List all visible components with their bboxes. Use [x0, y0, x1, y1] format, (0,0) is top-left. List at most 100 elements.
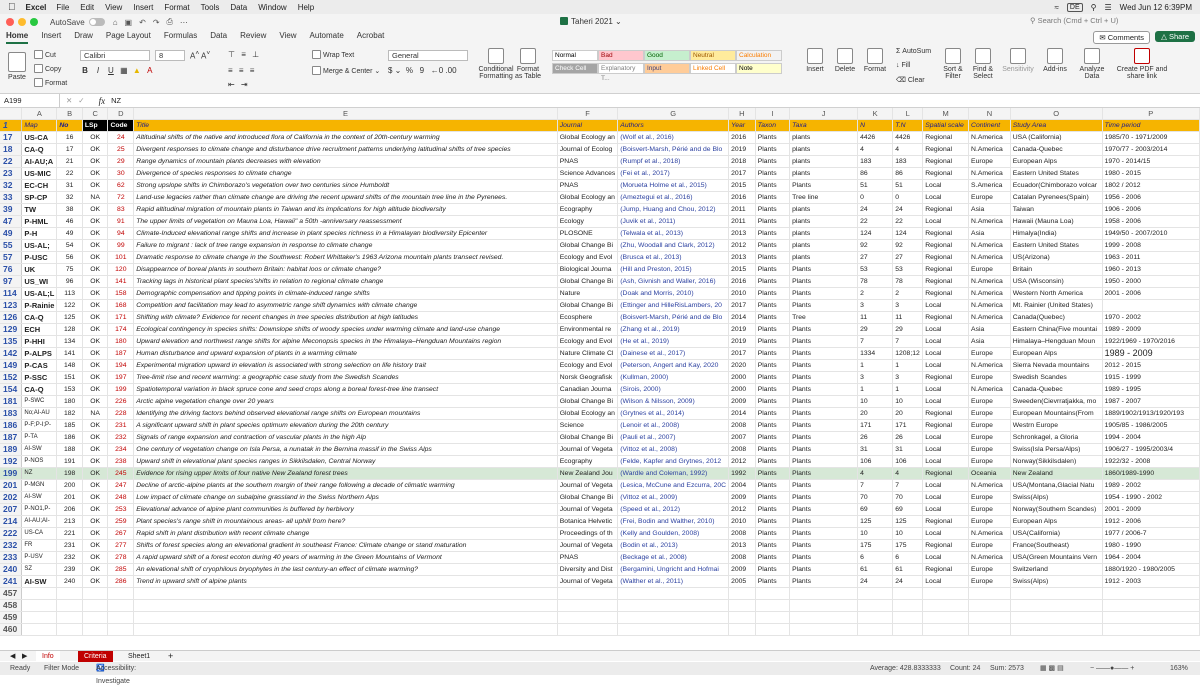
- cell-no[interactable]: 221: [56, 527, 83, 540]
- cell-spatial-scale[interactable]: Regional: [922, 515, 970, 528]
- menu-help[interactable]: Help: [298, 3, 314, 12]
- cell-authors[interactable]: (Lesica, McCune and Ezcurra, 20C: [617, 479, 730, 492]
- cell-authors[interactable]: (Kullman, 2000): [617, 371, 730, 384]
- cell-lsp[interactable]: OK: [82, 419, 109, 432]
- cell-study-area[interactable]: Taiwan: [1010, 203, 1103, 216]
- cell-authors[interactable]: (Boisvert-Marsh, Périé and de Blo: [617, 143, 730, 156]
- cell-continent[interactable]: N.America: [968, 383, 1011, 396]
- save-icon[interactable]: ▣: [125, 18, 133, 27]
- cell-n[interactable]: 22: [857, 215, 894, 228]
- style-bad[interactable]: Bad: [598, 50, 644, 61]
- empty-cell[interactable]: [1010, 623, 1103, 636]
- cell-taxon[interactable]: Plants: [755, 239, 791, 252]
- cell-map[interactable]: CA-Q: [21, 383, 58, 396]
- apple-icon[interactable]: : [8, 2, 16, 13]
- cell-lsp[interactable]: OK: [82, 179, 109, 192]
- cell-n[interactable]: 4: [857, 467, 894, 480]
- cell-time-period[interactable]: 1906/27 - 1995/2003/4: [1102, 443, 1200, 456]
- analyze-data-button[interactable]: Analyze Data: [1074, 48, 1110, 80]
- tab-acrobat[interactable]: Acrobat: [357, 30, 385, 44]
- cell-title[interactable]: Climate-Induced elevational range shifts…: [133, 227, 558, 240]
- cell-authors[interactable]: (Felde, Kapfer and Grytnes, 2012: [617, 455, 730, 468]
- empty-cell[interactable]: [56, 623, 83, 636]
- row-header[interactable]: 22: [0, 155, 23, 168]
- column-header-j[interactable]: J: [789, 108, 859, 120]
- cell-taxa[interactable]: Plants: [789, 563, 859, 576]
- cell-authors[interactable]: (Rumpf et al., 2018): [617, 155, 730, 168]
- cell-lsp[interactable]: OK: [82, 347, 109, 360]
- cell-map[interactable]: SP-CP: [21, 191, 58, 204]
- cell-authors[interactable]: (Grytnes et al., 2014): [617, 407, 730, 420]
- cell-time-period[interactable]: 1954 - 1990 - 2002: [1102, 491, 1200, 504]
- cell-code[interactable]: 101: [107, 251, 135, 264]
- cell-no[interactable]: 31: [56, 179, 83, 192]
- cell-no[interactable]: 148: [56, 359, 83, 372]
- cell-tn[interactable]: 53: [892, 263, 924, 276]
- cell-code[interactable]: 83: [107, 203, 135, 216]
- select-all-corner[interactable]: [0, 108, 23, 120]
- redo-icon[interactable]: ↷: [153, 18, 160, 27]
- empty-cell[interactable]: [21, 611, 58, 624]
- cell-taxon[interactable]: Plants: [755, 539, 791, 552]
- empty-cell[interactable]: [21, 587, 58, 600]
- cell-journal[interactable]: Global Change Bi: [557, 275, 619, 288]
- borders-icon[interactable]: ▦: [119, 66, 129, 75]
- cell-title[interactable]: Competition and facilitation may lead to…: [133, 299, 558, 312]
- cell-year[interactable]: 2008: [728, 527, 756, 540]
- merge-center-button[interactable]: Merge & Center ⌄: [312, 66, 380, 75]
- cell-authors[interactable]: (Doak and Morris, 2010): [617, 287, 730, 300]
- cell-no[interactable]: 96: [56, 275, 83, 288]
- cell-code[interactable]: 232: [107, 431, 135, 444]
- cell-time-period[interactable]: 2001 - 2006: [1102, 287, 1200, 300]
- cell-no[interactable]: 56: [56, 251, 83, 264]
- menu-tools[interactable]: Tools: [201, 3, 220, 12]
- cell-continent[interactable]: Europe: [968, 395, 1011, 408]
- cell-code[interactable]: 158: [107, 287, 135, 300]
- empty-cell[interactable]: [892, 623, 924, 636]
- column-header-d[interactable]: D: [107, 108, 135, 120]
- cell-taxa[interactable]: Plants: [789, 479, 859, 492]
- cell-continent[interactable]: Europe: [968, 431, 1011, 444]
- cell-study-area[interactable]: European Mountains(From: [1010, 407, 1103, 420]
- cell-time-period[interactable]: 1987 - 2007: [1102, 395, 1200, 408]
- cell-spatial-scale[interactable]: Regional: [922, 311, 970, 324]
- cell-taxa[interactable]: Plants: [789, 287, 859, 300]
- cell-code[interactable]: 226: [107, 395, 135, 408]
- cell-title[interactable]: Human disturbance and upward expansion o…: [133, 347, 558, 360]
- cell-no[interactable]: 113: [56, 287, 83, 300]
- cell-continent[interactable]: N.America: [968, 311, 1011, 324]
- column-header-m[interactable]: M: [922, 108, 970, 120]
- cell-time-period[interactable]: 1905/85 - 1986/2005: [1102, 419, 1200, 432]
- cell-study-area[interactable]: European Alps: [1010, 155, 1103, 168]
- cell-code[interactable]: 91: [107, 215, 135, 228]
- cell-lsp[interactable]: OK: [82, 383, 109, 396]
- row-header[interactable]: 460: [0, 623, 23, 636]
- cell-time-period[interactable]: 1889/1902/1913/1920/193: [1102, 407, 1200, 420]
- cell-spatial-scale[interactable]: Local: [922, 503, 970, 516]
- empty-cell[interactable]: [922, 611, 970, 624]
- cell-tn[interactable]: 69: [892, 503, 924, 516]
- cell-taxon[interactable]: Plants: [755, 467, 791, 480]
- style-normal[interactable]: Normal: [552, 50, 598, 61]
- cell-n[interactable]: 3: [857, 299, 894, 312]
- cell-tn[interactable]: 124: [892, 227, 924, 240]
- cell-continent[interactable]: Europe: [968, 575, 1011, 588]
- header-authors[interactable]: Authors: [617, 119, 730, 132]
- cell-authors[interactable]: (Hill and Preston, 2015): [617, 263, 730, 276]
- cell-journal[interactable]: Proceedings of th: [557, 527, 619, 540]
- cell-authors[interactable]: (Zhu, Woodall and Clark, 2012): [617, 239, 730, 252]
- cell-authors[interactable]: (Brusca et al., 2013): [617, 251, 730, 264]
- cell-continent[interactable]: Europe: [968, 371, 1011, 384]
- cell-tn[interactable]: 175: [892, 539, 924, 552]
- cell-n[interactable]: 175: [857, 539, 894, 552]
- cell-tn[interactable]: 6: [892, 551, 924, 564]
- cell-map[interactable]: US-CA: [21, 131, 58, 144]
- cell-title[interactable]: Shifts of forest species along an elevat…: [133, 539, 558, 552]
- cell-tn[interactable]: 1208;12: [892, 347, 924, 360]
- cell-study-area[interactable]: Himalya(India): [1010, 227, 1103, 240]
- cell-no[interactable]: 213: [56, 515, 83, 528]
- cell-study-area[interactable]: Catalan Pyrenees(Spain): [1010, 191, 1103, 204]
- cell-spatial-scale[interactable]: Local: [922, 431, 970, 444]
- cell-spatial-scale[interactable]: Regional: [922, 239, 970, 252]
- cell-year[interactable]: 2019: [728, 143, 756, 156]
